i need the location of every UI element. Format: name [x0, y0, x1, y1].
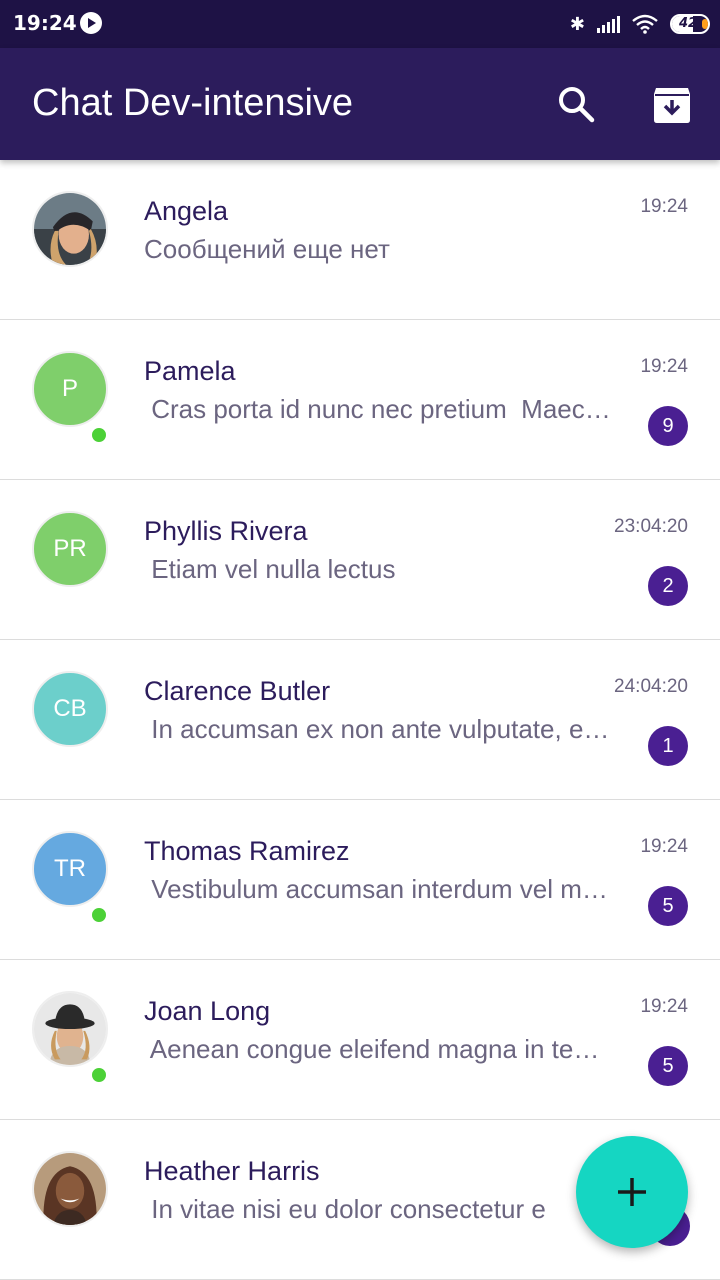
avatar-joan-long: [32, 991, 108, 1067]
chat-item-phyllis-rivera[interactable]: PR Phyllis Rivera Etiam vel nulla lectus…: [0, 480, 720, 640]
avatar-phyllis-rivera: PR: [32, 511, 108, 587]
avatar-angela: [32, 191, 108, 267]
chat-item-angela[interactable]: Angela Сообщений еще нет 19:24: [0, 160, 720, 320]
chat-item-thomas-ramirez[interactable]: TR Thomas Ramirez Vestibulum accumsan in…: [0, 800, 720, 960]
app-title: Chat Dev-intensive: [32, 82, 354, 124]
status-time: 19:24: [13, 11, 77, 35]
chat-name: Pamela: [144, 356, 236, 386]
chat-last-message: Vestibulum accumsan interdum vel metus: [144, 874, 614, 904]
status-icons: ✱ 42: [570, 12, 710, 36]
avatar-pamela: P: [32, 351, 108, 427]
unread-badge: 5: [648, 1046, 688, 1086]
media-play-icon: [80, 12, 102, 34]
chat-time: 19:24: [640, 836, 688, 857]
search-icon[interactable]: [556, 84, 596, 124]
app-bar: Chat Dev-intensive: [0, 48, 720, 160]
chat-name: Clarence Butler: [144, 676, 331, 706]
signal-icon: [597, 15, 620, 33]
chat-last-message: Aenean congue eleifend magna in tempus: [144, 1034, 614, 1064]
unread-badge: 5: [648, 886, 688, 926]
chat-item-pamela[interactable]: P Pamela Cras porta id nunc nec pretium …: [0, 320, 720, 480]
chat-last-message: In accumsan ex non ante vulputate, eget: [144, 714, 614, 744]
chat-item-joan-long[interactable]: Joan Long Aenean congue eleifend magna i…: [0, 960, 720, 1120]
chat-time: 23:04:20: [614, 516, 688, 537]
battery-level: 42: [678, 16, 698, 31]
avatar-clarence-butler: CB: [32, 671, 108, 747]
chat-name: Thomas Ramirez: [144, 836, 350, 866]
unread-badge: 2: [648, 566, 688, 606]
chat-name: Phyllis Rivera: [144, 516, 308, 546]
unread-badge: 1: [648, 726, 688, 766]
online-indicator: [90, 1066, 108, 1084]
wifi-icon: [632, 14, 658, 34]
chat-time: 19:24: [640, 996, 688, 1017]
chat-time: 24:04:20: [614, 676, 688, 697]
chat-list: Angela Сообщений еще нет 19:24 P Pamela …: [0, 160, 720, 1280]
chat-name: Angela: [144, 196, 229, 226]
avatar-heather-harris: [32, 1151, 108, 1227]
bluetooth-icon: ✱: [569, 13, 585, 35]
chat-name: Heather Harris: [144, 1156, 320, 1186]
archive-icon[interactable]: [652, 86, 692, 124]
plus-icon: [618, 1178, 646, 1206]
chat-name: Joan Long: [144, 996, 271, 1026]
status-bar: 19:24 ✱ 42: [0, 0, 720, 48]
chat-time: 19:24: [640, 196, 688, 217]
avatar-thomas-ramirez: TR: [32, 831, 108, 907]
battery-icon: 42: [670, 14, 710, 34]
chat-last-message: Cras porta id nunc nec pretium Maecenas: [144, 394, 614, 424]
online-indicator: [90, 906, 108, 924]
unread-badge: 9: [648, 406, 688, 446]
online-indicator: [90, 426, 108, 444]
new-chat-fab[interactable]: [576, 1136, 688, 1248]
chat-item-clarence-butler[interactable]: CB Clarence Butler In accumsan ex non an…: [0, 640, 720, 800]
chat-last-message: Сообщений еще нет: [144, 234, 390, 264]
chat-last-message: Etiam vel nulla lectus: [144, 554, 396, 584]
chat-last-message: In vitae nisi eu dolor consectetur e: [144, 1194, 546, 1224]
chat-time: 19:24: [640, 356, 688, 377]
